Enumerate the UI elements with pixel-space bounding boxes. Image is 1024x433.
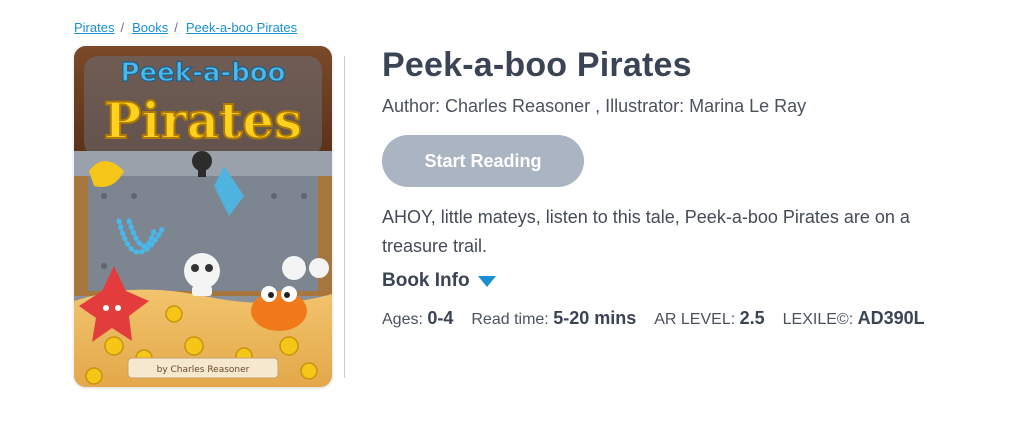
start-reading-button[interactable]: Start Reading	[382, 135, 584, 187]
stat-lexile-label: LEXILE©:	[782, 311, 858, 328]
stat-ar-level: AR LEVEL: 2.5	[654, 308, 764, 329]
stat-lexile-value: AD390L	[857, 308, 925, 328]
book-stats: Ages: 0-4 Read time: 5-20 mins AR LEVEL:…	[382, 308, 943, 329]
book-info-toggle[interactable]: Book Info	[382, 270, 496, 292]
book-title: Peek-a-boo Pirates	[382, 46, 692, 84]
stat-ar-level-value: 2.5	[739, 308, 765, 328]
book-credits: Author: Charles Reasoner , Illustrator: …	[382, 96, 807, 116]
stat-ages: Ages: 0-4	[382, 308, 453, 329]
cover-title-top: Peek-a-boo	[120, 58, 285, 88]
stat-ages-value: 0-4	[427, 308, 454, 328]
stat-ages-label: Ages:	[382, 311, 428, 328]
stat-read-time-value: 5-20 mins	[553, 308, 637, 328]
book-info-label: Book Info	[382, 270, 470, 291]
vertical-divider	[344, 56, 345, 378]
cover-byline: by Charles Reasoner	[157, 365, 250, 375]
breadcrumb-link-books[interactable]: Books	[132, 20, 168, 35]
stat-lexile: LEXILE©: AD390L	[783, 308, 925, 329]
stat-ar-level-label: AR LEVEL:	[654, 311, 740, 328]
breadcrumb-link-current[interactable]: Peek-a-boo Pirates	[186, 20, 297, 35]
stat-read-time-label: Read time:	[471, 311, 554, 328]
stat-read-time: Read time: 5-20 mins	[471, 308, 636, 329]
cover-illustration: Peek-a-boo Pirates by Charles Reasoner	[74, 46, 332, 387]
cover-title-main: Pirates	[104, 91, 302, 150]
breadcrumb-link-pirates[interactable]: Pirates	[74, 20, 114, 35]
book-description: AHOY, little mateys, listen to this tale…	[382, 207, 910, 256]
breadcrumb: Pirates / Books / Peek-a-boo Pirates	[74, 20, 297, 35]
book-cover-image[interactable]: Peek-a-boo Pirates by Charles Reasoner	[74, 46, 332, 387]
caret-down-icon	[477, 275, 496, 287]
breadcrumb-separator: /	[174, 20, 178, 35]
breadcrumb-separator: /	[120, 20, 125, 35]
